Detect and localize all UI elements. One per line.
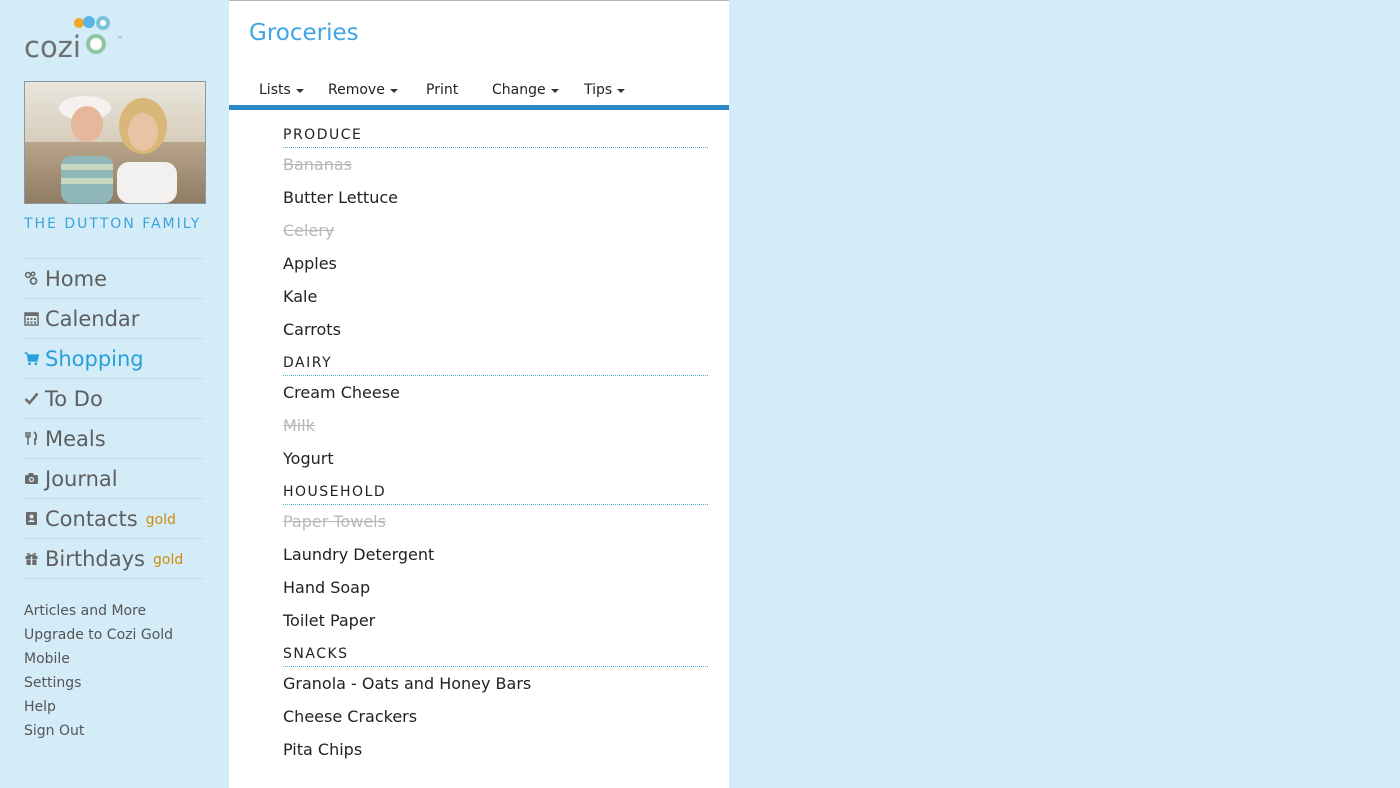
print-button[interactable]: Print (426, 82, 458, 98)
nav-item-meals[interactable]: Meals (24, 418, 204, 458)
list-item[interactable]: Hand Soap (283, 571, 708, 604)
family-photo[interactable] (24, 81, 206, 204)
nav-item-contacts[interactable]: Contacts gold (24, 498, 204, 538)
nav-item-birthdays[interactable]: Birthdays gold (24, 538, 204, 579)
section-header[interactable]: PRODUCE (283, 118, 708, 148)
nav-label-home: Home (45, 266, 108, 291)
chevron-down-icon (295, 88, 304, 93)
nav-label-journal: Journal (45, 466, 118, 491)
calendar-icon (24, 311, 39, 326)
main-nav: Home Calendar Shopping To Do Meals Journ… (24, 258, 204, 579)
sidebar: cozi ™ THE DUTTON FAMILY Home Calendar S… (0, 0, 229, 788)
gold-badge-birthdays: gold (153, 551, 184, 568)
remove-menu-label: Remove (328, 82, 385, 98)
list-item[interactable]: Carrots (283, 313, 708, 346)
home-icon (24, 271, 39, 286)
nav-item-journal[interactable]: Journal (24, 458, 204, 498)
list-section-household: HOUSEHOLD Paper Towels Laundry Detergent… (283, 475, 708, 637)
list-item[interactable]: Kale (283, 280, 708, 313)
nav-label-meals: Meals (45, 426, 106, 451)
list-item[interactable]: Granola - Oats and Honey Bars (283, 667, 708, 700)
list-toolbar: Lists Remove Print Change Tips (229, 77, 729, 110)
gift-icon (24, 551, 39, 566)
change-menu-label: Change (492, 82, 546, 98)
list-item[interactable]: Butter Lettuce (283, 181, 708, 214)
tips-menu-button[interactable]: Tips (584, 82, 626, 98)
page-title: Groceries (249, 20, 359, 46)
cozi-logo[interactable]: cozi ™ (24, 14, 124, 62)
list-item[interactable]: Cheese Crackers (283, 700, 708, 733)
nav-item-todo[interactable]: To Do (24, 378, 204, 418)
fork-knife-icon (24, 431, 39, 446)
family-name[interactable]: THE DUTTON FAMILY (24, 216, 224, 232)
list-item[interactable]: Bananas (283, 148, 708, 181)
list-item[interactable]: Cream Cheese (283, 376, 708, 409)
link-settings[interactable]: Settings (24, 671, 173, 695)
nav-item-home[interactable]: Home (24, 258, 204, 298)
list-item[interactable]: Milk (283, 409, 708, 442)
nav-label-shopping: Shopping (45, 346, 144, 371)
link-mobile[interactable]: Mobile (24, 647, 173, 671)
chevron-down-icon (550, 88, 559, 93)
shopping-list: PRODUCE Bananas Butter Lettuce Celery Ap… (283, 118, 708, 766)
checkmark-icon (24, 391, 39, 406)
nav-label-contacts: Contacts (45, 506, 138, 531)
section-header[interactable]: SNACKS (283, 637, 708, 667)
lists-menu-label: Lists (259, 82, 291, 98)
address-book-icon (24, 511, 39, 526)
link-upgrade[interactable]: Upgrade to Cozi Gold (24, 623, 173, 647)
list-section-dairy: DAIRY Cream Cheese Milk Yogurt (283, 346, 708, 475)
list-section-produce: PRODUCE Bananas Butter Lettuce Celery Ap… (283, 118, 708, 346)
shopping-cart-icon (24, 351, 39, 366)
change-menu-button[interactable]: Change (492, 82, 559, 98)
logo-trademark: ™ (117, 36, 123, 43)
logo-dot-green (86, 34, 106, 54)
section-header[interactable]: HOUSEHOLD (283, 475, 708, 505)
print-label: Print (426, 82, 459, 98)
nav-label-birthdays: Birthdays (45, 546, 145, 571)
remove-menu-button[interactable]: Remove (328, 82, 398, 98)
logo-dot-teal (96, 16, 110, 30)
main-panel: Groceries Lists Remove Print Change Tips… (229, 0, 729, 788)
list-item[interactable]: Pita Chips (283, 733, 708, 766)
camera-icon (24, 471, 39, 486)
list-item[interactable]: Yogurt (283, 442, 708, 475)
gold-badge-contacts: gold (145, 511, 176, 528)
nav-label-calendar: Calendar (45, 306, 140, 331)
secondary-links: Articles and More Upgrade to Cozi Gold M… (24, 599, 173, 743)
tips-menu-label: Tips (584, 82, 613, 98)
lists-menu-button[interactable]: Lists (259, 82, 304, 98)
list-item[interactable]: Celery (283, 214, 708, 247)
list-item[interactable]: Toilet Paper (283, 604, 708, 637)
link-help[interactable]: Help (24, 695, 173, 719)
nav-item-shopping[interactable]: Shopping (24, 338, 204, 378)
link-sign-out[interactable]: Sign Out (24, 719, 173, 743)
chevron-down-icon (389, 88, 398, 93)
nav-label-todo: To Do (45, 386, 103, 411)
family-photo-image (25, 82, 205, 203)
nav-item-calendar[interactable]: Calendar (24, 298, 204, 338)
list-item[interactable]: Paper Towels (283, 505, 708, 538)
list-section-snacks: SNACKS Granola - Oats and Honey Bars Che… (283, 637, 708, 766)
logo-dot-blue (83, 16, 95, 28)
section-header[interactable]: DAIRY (283, 346, 708, 376)
list-item[interactable]: Apples (283, 247, 708, 280)
link-articles[interactable]: Articles and More (24, 599, 173, 623)
logo-text: cozi (24, 30, 81, 64)
list-item[interactable]: Laundry Detergent (283, 538, 708, 571)
chevron-down-icon (617, 88, 626, 93)
